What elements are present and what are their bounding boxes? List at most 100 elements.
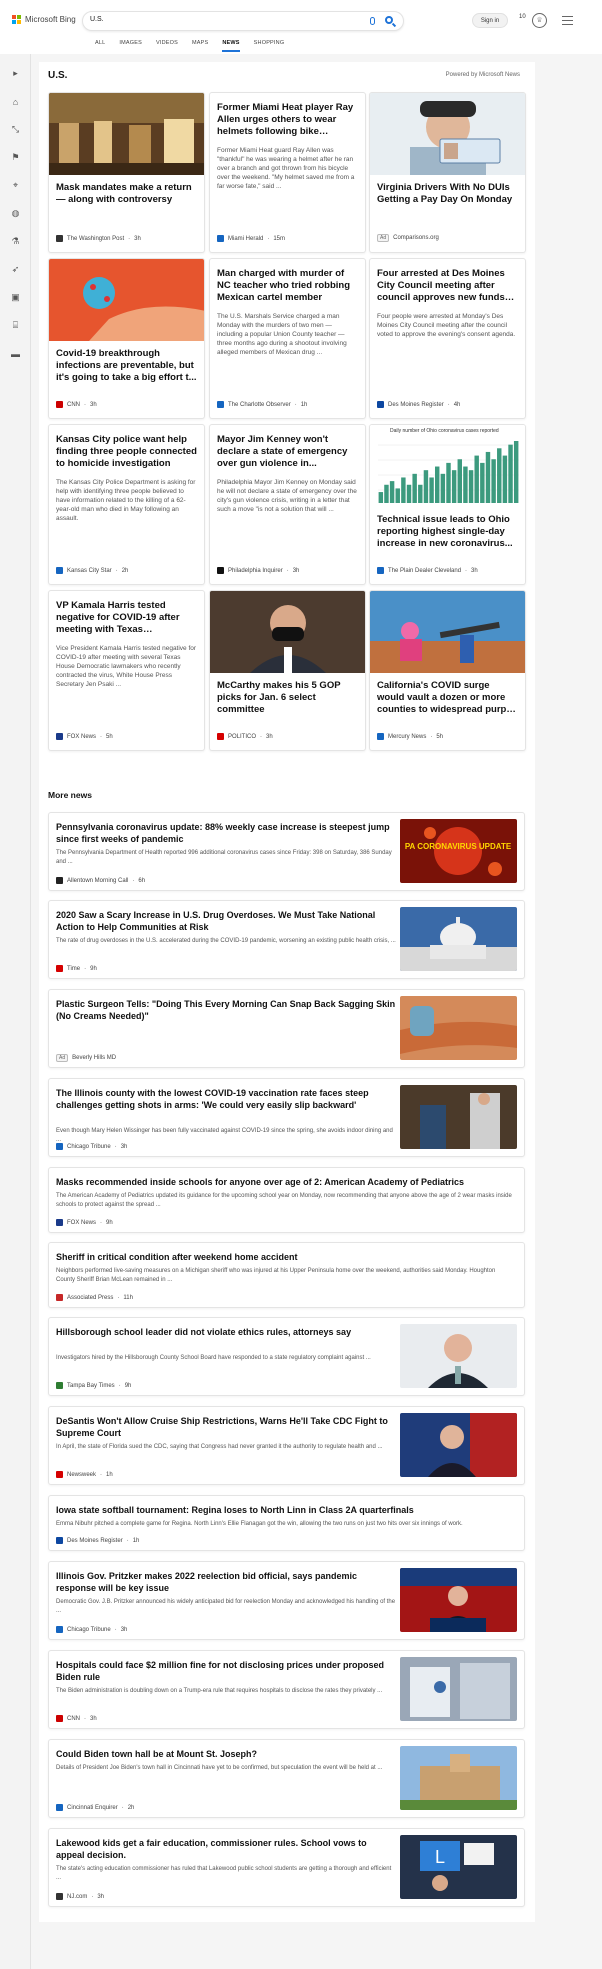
item-title[interactable]: DeSantis Won't Allow Cruise Ship Restric… xyxy=(56,1415,396,1439)
rewards-count[interactable]: 10 xyxy=(519,14,526,20)
search-box[interactable] xyxy=(82,11,404,31)
item-title[interactable]: Hospitals could face $2 million fine for… xyxy=(56,1659,396,1683)
item-thumbnail[interactable] xyxy=(400,996,517,1060)
item-title[interactable]: Illinois Gov. Pritzker makes 2022 reelec… xyxy=(56,1570,396,1594)
science-icon[interactable]: ⚗ xyxy=(10,236,21,247)
item-title[interactable]: Plastic Surgeon Tells: "Doing This Every… xyxy=(56,998,396,1022)
location-icon[interactable]: ⌖ xyxy=(10,180,21,191)
tab-maps[interactable]: MAPS xyxy=(185,40,215,52)
card-source[interactable]: The Washington Post · 3h xyxy=(56,235,141,242)
item-source[interactable]: Chicago Tribune · 3h xyxy=(56,1626,127,1633)
chart-bar xyxy=(474,455,479,503)
news-card[interactable]: Virginia Drivers With No DUIs Getting a … xyxy=(369,92,526,253)
bing-logo[interactable]: Microsoft Bing xyxy=(12,15,76,24)
news-card[interactable]: Former Miami Heat player Ray Allen urges… xyxy=(209,92,366,253)
tv-icon[interactable]: ▣ xyxy=(10,292,21,303)
item-thumbnail[interactable] xyxy=(400,907,517,971)
more-news-item[interactable]: Plastic Surgeon Tells: "Doing This Every… xyxy=(48,989,525,1068)
more-news-item[interactable]: DeSantis Won't Allow Cruise Ship Restric… xyxy=(48,1406,525,1485)
item-source[interactable]: FOX News · 9h xyxy=(56,1219,113,1226)
item-title[interactable]: The Illinois county with the lowest COVI… xyxy=(56,1087,396,1111)
more-news-item[interactable]: Masks recommended inside schools for any… xyxy=(48,1167,525,1233)
flag-icon[interactable]: ⚑ xyxy=(10,152,21,163)
item-title[interactable]: Lakewood kids get a fair education, comm… xyxy=(56,1837,396,1861)
item-source[interactable]: Ad Beverly Hills MD xyxy=(56,1054,116,1062)
resize-icon[interactable]: ⤡ xyxy=(10,124,21,135)
news-card[interactable]: VP Kamala Harris tested negative for COV… xyxy=(48,590,205,751)
card-source[interactable]: Des Moines Register · 4h xyxy=(377,401,460,408)
more-news-item[interactable]: Could Biden town hall be at Mount St. Jo… xyxy=(48,1739,525,1818)
bank-icon[interactable]: ⌸ xyxy=(10,320,21,331)
sign-in-button[interactable]: Sign in xyxy=(472,13,508,28)
tab-shopping[interactable]: SHOPPING xyxy=(247,40,292,52)
card-source[interactable]: Ad Comparisons.org xyxy=(377,234,439,242)
item-thumbnail[interactable]: PA CORONAVIRUS UPDATE xyxy=(400,819,517,883)
chevron-right-icon[interactable]: ▸ xyxy=(10,68,21,79)
microphone-icon[interactable] xyxy=(370,17,375,25)
more-news-item[interactable]: Hospitals could face $2 million fine for… xyxy=(48,1650,525,1729)
item-source[interactable]: Allentown Morning Call · 6h xyxy=(56,877,145,884)
rocket-icon[interactable]: ➶ xyxy=(10,264,21,275)
item-source[interactable]: Tampa Bay Times · 9h xyxy=(56,1382,131,1389)
more-news-item[interactable]: The Illinois county with the lowest COVI… xyxy=(48,1078,525,1157)
item-title[interactable]: Pennsylvania coronavirus update: 88% wee… xyxy=(56,821,396,845)
tab-videos[interactable]: VIDEOS xyxy=(149,40,185,52)
card-source[interactable]: Miami Herald · 15m xyxy=(217,235,285,242)
more-news-item[interactable]: Iowa state softball tournament: Regina l… xyxy=(48,1495,525,1551)
more-news-item[interactable]: 2020 Saw a Scary Increase in U.S. Drug O… xyxy=(48,900,525,979)
card-source[interactable]: Mercury News · 5h xyxy=(377,733,443,740)
news-card[interactable]: Four arrested at Des Moines City Council… xyxy=(369,258,526,419)
item-thumbnail[interactable]: L xyxy=(400,1835,517,1899)
item-title[interactable]: Iowa state softball tournament: Regina l… xyxy=(56,1504,516,1516)
item-title[interactable]: Hillsborough school leader did not viola… xyxy=(56,1326,396,1338)
trophy-icon[interactable]: ♕ xyxy=(532,13,547,28)
item-title[interactable]: Sheriff in critical condition after week… xyxy=(56,1251,516,1263)
item-thumbnail[interactable] xyxy=(400,1085,517,1149)
card-source[interactable]: CNN · 3h xyxy=(56,401,97,408)
news-card[interactable]: Mayor Jim Kenney won't declare a state o… xyxy=(209,424,366,585)
card-source[interactable]: Kansas City Star · 2h xyxy=(56,567,128,574)
news-card[interactable]: Mask mandates make a return — along with… xyxy=(48,92,205,253)
home-icon[interactable]: ⌂ xyxy=(10,96,21,107)
item-thumbnail[interactable] xyxy=(400,1324,517,1388)
news-card[interactable]: California's COVID surge would vault a d… xyxy=(369,590,526,751)
item-thumbnail[interactable] xyxy=(400,1657,517,1721)
news-card[interactable]: McCarthy makes his 5 GOP picks for Jan. … xyxy=(209,590,366,751)
more-news-item[interactable]: Illinois Gov. Pritzker makes 2022 reelec… xyxy=(48,1561,525,1640)
card-source[interactable]: The Charlotte Observer · 1h xyxy=(217,401,307,408)
card-source[interactable]: POLITICO · 3h xyxy=(217,733,273,740)
menu-icon[interactable] xyxy=(562,16,573,28)
more-news-item[interactable]: Hillsborough school leader did not viola… xyxy=(48,1317,525,1396)
item-source[interactable]: Associated Press · 11h xyxy=(56,1294,133,1301)
news-card[interactable]: Man charged with murder of NC teacher wh… xyxy=(209,258,366,419)
globe-icon[interactable]: ◍ xyxy=(10,208,21,219)
item-source[interactable]: Cincinnati Enquirer · 2h xyxy=(56,1804,134,1811)
more-news-item[interactable]: Pennsylvania coronavirus update: 88% wee… xyxy=(48,812,525,891)
card-source[interactable]: Philadelphia Inquirer · 3h xyxy=(217,567,299,574)
item-source[interactable]: NJ.com · 3h xyxy=(56,1893,104,1900)
card-source[interactable]: FOX News · 5h xyxy=(56,733,113,740)
tab-all[interactable]: ALL xyxy=(88,40,112,52)
tab-news[interactable]: NEWS xyxy=(215,40,246,52)
item-title[interactable]: 2020 Saw a Scary Increase in U.S. Drug O… xyxy=(56,909,396,933)
item-source[interactable]: Time · 9h xyxy=(56,965,97,972)
item-source[interactable]: Des Moines Register · 1h xyxy=(56,1537,139,1544)
item-title[interactable]: Could Biden town hall be at Mount St. Jo… xyxy=(56,1748,396,1760)
news-card[interactable]: Covid-19 breakthrough infections are pre… xyxy=(48,258,205,419)
news-card[interactable]: Kansas City police want help finding thr… xyxy=(48,424,205,585)
item-thumbnail[interactable] xyxy=(400,1746,517,1810)
search-input[interactable] xyxy=(90,16,360,23)
item-source[interactable]: CNN · 3h xyxy=(56,1715,97,1722)
news-card[interactable]: Daily number of Ohio coronavirus cases r… xyxy=(369,424,526,585)
car-icon[interactable]: ▬ xyxy=(10,348,21,359)
card-source[interactable]: The Plain Dealer Cleveland · 3h xyxy=(377,567,478,574)
more-news-item[interactable]: Sheriff in critical condition after week… xyxy=(48,1242,525,1308)
item-source[interactable]: Chicago Tribune · 3h xyxy=(56,1143,127,1150)
item-thumbnail[interactable] xyxy=(400,1413,517,1477)
item-source[interactable]: Newsweek · 1h xyxy=(56,1471,113,1478)
more-news-item[interactable]: Lakewood kids get a fair education, comm… xyxy=(48,1828,525,1907)
tab-images[interactable]: IMAGES xyxy=(112,40,149,52)
item-thumbnail[interactable] xyxy=(400,1568,517,1632)
search-icon[interactable] xyxy=(385,16,393,24)
item-title[interactable]: Masks recommended inside schools for any… xyxy=(56,1176,516,1188)
